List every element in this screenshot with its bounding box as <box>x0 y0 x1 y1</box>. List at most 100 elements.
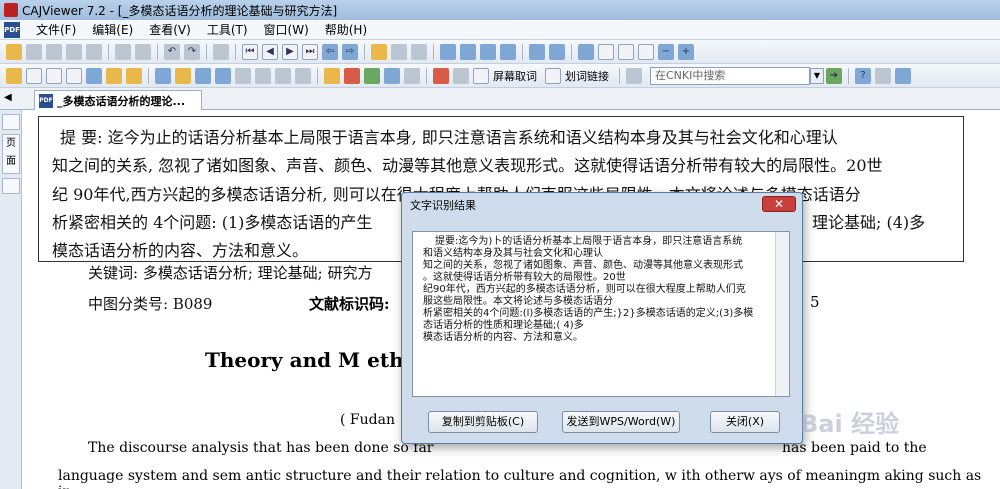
fullscreen-icon[interactable] <box>578 43 594 60</box>
menu-view[interactable]: 查看(V) <box>141 21 199 38</box>
print-preview-icon[interactable] <box>66 43 82 60</box>
audio-tool-icon[interactable] <box>295 67 311 84</box>
rotate-icon[interactable] <box>529 43 545 60</box>
single-page-icon[interactable] <box>440 43 456 60</box>
eraser-tool-icon[interactable] <box>235 67 251 84</box>
pencil-tool-icon[interactable] <box>175 67 191 84</box>
properties-icon[interactable] <box>213 43 229 60</box>
note-tool-icon[interactable] <box>255 67 271 84</box>
layout-icon[interactable] <box>549 43 565 60</box>
zoom-in-icon[interactable]: + <box>678 43 694 60</box>
search-dropdown-icon[interactable]: ▼ <box>810 67 824 84</box>
copy-to-clipboard-button[interactable]: 复制到剪贴板(C) <box>428 411 538 433</box>
close-button[interactable]: 关闭(X) <box>710 411 780 433</box>
highlight-tool-icon[interactable] <box>126 67 142 84</box>
ocr-text-line: 析紧密相关的4个问题:(l)多模态话语的产生;}2}多模态话语的定义;(3)多模 <box>423 308 754 319</box>
line-tool-icon[interactable] <box>155 67 171 84</box>
tab-document-label: _多模态话语分析的理论... <box>57 94 186 108</box>
abstract-line: 知之间的关系, 忽视了诸如图象、声音、颜色、动漫等其他意义表现形式。这就使得话语… <box>52 156 883 175</box>
tools-toolbar: 屏幕取词 划词链接 在CNKI中搜索 ▼ ➔ ? <box>0 64 1000 88</box>
tab-document[interactable]: PDF _多模态话语分析的理论... <box>34 90 202 110</box>
help-icon[interactable]: ? <box>855 67 871 84</box>
ocr-text-line: 服这些局限性。本文将论述与多模态话语分 <box>423 296 613 307</box>
search-go-icon[interactable]: ➔ <box>826 67 842 84</box>
settings-icon[interactable] <box>895 67 911 84</box>
select-arrow-icon[interactable] <box>26 67 42 84</box>
hand-tool-icon[interactable] <box>6 67 22 84</box>
dialog-close-button[interactable]: ✕ <box>762 196 796 212</box>
toolbar-separator <box>426 67 427 84</box>
nav-small-icon[interactable] <box>626 67 642 84</box>
document-info-icon[interactable] <box>875 67 891 84</box>
watermark: Bai 经验 <box>800 410 900 438</box>
screen-capture-icon[interactable] <box>433 67 449 84</box>
tab-scroll-left-icon[interactable]: ◀ <box>4 92 12 103</box>
copy-icon[interactable] <box>115 43 131 60</box>
find-next-icon[interactable] <box>411 43 427 60</box>
rectangle-tool-icon[interactable] <box>195 67 211 84</box>
print-icon[interactable] <box>46 43 62 60</box>
toolbar-separator <box>364 43 365 60</box>
select-image-icon[interactable] <box>66 67 82 84</box>
pages-panel-tab[interactable]: 页面 <box>2 134 20 174</box>
star-tool-icon[interactable] <box>344 67 360 84</box>
ocr-text-area[interactable]: 提要:迄今为)卜的话语分析基本上局限于语言本身，即只注意语言系统 和语义结构本身… <box>412 231 790 397</box>
email-icon[interactable] <box>86 43 102 60</box>
fit-width-icon[interactable] <box>638 43 654 60</box>
next-page-icon[interactable]: ▶ <box>282 43 298 60</box>
annotation-panel-icon[interactable] <box>2 114 20 130</box>
menu-tools[interactable]: 工具(T) <box>199 21 256 38</box>
anchor-icon[interactable] <box>384 67 400 84</box>
previous-page-icon[interactable]: ◀ <box>262 43 278 60</box>
ellipse-tool-icon[interactable] <box>215 67 231 84</box>
open-folder-icon[interactable] <box>6 43 22 60</box>
paste-icon[interactable] <box>135 43 151 60</box>
menu-file[interactable]: 文件(F) <box>28 21 84 38</box>
pdf-icon[interactable]: PDF <box>4 21 20 38</box>
pdf-icon: PDF <box>39 93 53 108</box>
facing-page-icon[interactable] <box>480 43 496 60</box>
find-previous-icon[interactable] <box>391 43 407 60</box>
fit-page-icon[interactable] <box>618 43 634 60</box>
redo-icon[interactable]: ↷ <box>184 43 200 60</box>
save-icon[interactable] <box>26 43 42 60</box>
text-color-icon[interactable] <box>364 67 380 84</box>
help-cursor-icon[interactable] <box>453 67 469 84</box>
bookmark-tool-icon[interactable] <box>324 67 340 84</box>
ocr-tool-icon[interactable] <box>86 67 102 84</box>
send-to-wps-word-button[interactable]: 发送到WPS/Word(W) <box>562 411 680 433</box>
document-tab-strip: ◀ PDF _多模态话语分析的理论... <box>0 88 1000 110</box>
continuous-page-icon[interactable] <box>460 43 476 60</box>
window-titlebar: CAJViewer 7.2 - [_多模态话语分析的理论基础与研究方法] <box>0 0 1000 20</box>
zoom-out-icon[interactable]: − <box>658 43 674 60</box>
toolbar-separator <box>108 43 109 60</box>
marker-panel-icon[interactable] <box>2 178 20 194</box>
screen-translate-label[interactable]: 屏幕取词 <box>493 68 537 84</box>
continuous-facing-icon[interactable] <box>500 43 516 60</box>
undo-icon[interactable]: ↶ <box>164 43 180 60</box>
classification-line: 中图分类号: B089 <box>88 295 213 313</box>
word-link-icon[interactable] <box>545 67 561 84</box>
ocr-text-scrollbar[interactable] <box>775 232 789 396</box>
select-text-icon[interactable] <box>46 67 62 84</box>
app-icon <box>4 3 18 17</box>
find-icon[interactable] <box>371 43 387 60</box>
first-page-icon[interactable]: ⏮ <box>242 43 258 60</box>
abstract-line: 理论基础; (4)多 <box>812 213 926 232</box>
actual-size-icon[interactable] <box>598 43 614 60</box>
screen-translate-icon[interactable] <box>473 67 489 84</box>
last-page-icon[interactable]: ⏭ <box>302 43 318 60</box>
snapshot-icon[interactable] <box>106 67 122 84</box>
cnki-search-input[interactable]: 在CNKI中搜索 <box>650 66 810 85</box>
stamp-tool-icon[interactable] <box>275 67 291 84</box>
menu-help[interactable]: 帮助(H) <box>317 21 375 38</box>
menu-edit[interactable]: 编辑(E) <box>84 21 141 38</box>
word-link-label[interactable]: 划词链接 <box>565 68 609 84</box>
menu-window[interactable]: 窗口(W) <box>256 21 317 38</box>
ocr-text-line: 纪90年代，西方兴起的多模态话语分析，则可以在很大程度上帮助人们克 <box>423 284 746 295</box>
knowledge-icon[interactable] <box>404 67 420 84</box>
back-icon[interactable]: ⇦ <box>322 43 338 60</box>
forward-icon[interactable]: ⇨ <box>342 43 358 60</box>
ocr-text-line: 态话语分析的性质和理论基础;( 4)多 <box>423 320 584 331</box>
ocr-text-line: 。这就使得话语分析带有较大的局限性。20世 <box>423 272 626 283</box>
